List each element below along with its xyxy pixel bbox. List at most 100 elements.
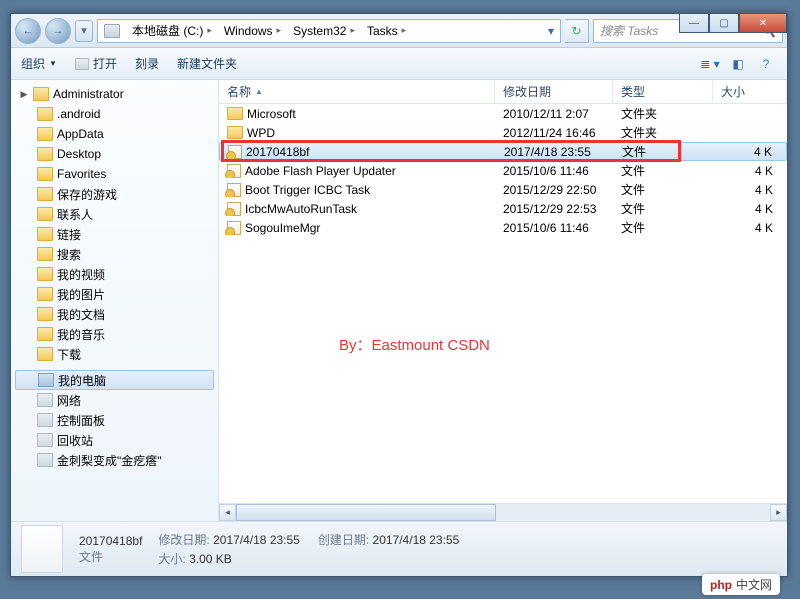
- details-pane: 20170418bf 文件 修改日期: 2017/4/18 23:55 创建日期…: [11, 521, 787, 576]
- file-rows[interactable]: Microsoft2010/12/11 2:07文件夹 WPD 2012/11/24…: [219, 104, 787, 503]
- tree-item[interactable]: 联系人: [11, 204, 218, 224]
- command-bar: 组织 ▼ 打开 刻录 新建文件夹 ≣ ▾ ◧ ?: [11, 48, 787, 80]
- file-size: 4 K: [713, 202, 787, 216]
- tree-item[interactable]: 我的视频: [11, 264, 218, 284]
- tree-item[interactable]: 链接: [11, 224, 218, 244]
- file-type: 文件: [614, 143, 714, 160]
- tree-item[interactable]: 我的文档: [11, 304, 218, 324]
- tree-item[interactable]: 回收站: [11, 430, 218, 450]
- file-row[interactable]: Boot Trigger ICBC Task2015/12/29 22:50文件…: [219, 180, 787, 199]
- tree-item-label: .android: [57, 107, 100, 121]
- file-icon: [227, 164, 241, 178]
- scroll-thumb[interactable]: [236, 504, 496, 521]
- tree-item[interactable]: 网络: [11, 390, 218, 410]
- file-date: 2012/11/24 16:46: [495, 126, 613, 140]
- file-row[interactable]: IcbcMwAutoRunTask2015/12/29 22:53文件4 K: [219, 199, 787, 218]
- folder-icon: [37, 227, 53, 241]
- tree-item[interactable]: 金刺梨变成"金疙瘩": [11, 450, 218, 470]
- file-name: Boot Trigger ICBC Task: [245, 183, 370, 197]
- file-row[interactable]: Adobe Flash Player Updater2015/10/6 11:4…: [219, 161, 787, 180]
- crumb-3[interactable]: Tasks▸: [361, 20, 412, 42]
- nav-history-dropdown[interactable]: ▾: [75, 20, 93, 42]
- crumb-1[interactable]: Windows▸: [218, 20, 287, 42]
- file-row[interactable]: Microsoft2010/12/11 2:07文件夹: [219, 104, 787, 123]
- file-list: 名称▲ 修改日期 类型 大小 Microsoft2010/12/11 2:07文…: [219, 80, 787, 521]
- tree-item-label: Desktop: [57, 147, 101, 161]
- folder-icon: [227, 107, 243, 120]
- details-file-icon: [21, 525, 63, 573]
- scroll-right-icon[interactable]: ▸: [770, 504, 787, 521]
- folder-icon: [37, 287, 53, 301]
- file-type: 文件夹: [613, 105, 713, 122]
- tree-item[interactable]: 我的图片: [11, 284, 218, 304]
- file-date: 2015/10/6 11:46: [495, 164, 613, 178]
- view-options-icon[interactable]: ≣ ▾: [699, 54, 721, 74]
- file-name: SogouImeMgr: [245, 221, 320, 235]
- tree-item[interactable]: Desktop: [11, 144, 218, 164]
- maximize-button[interactable]: ▢: [709, 13, 739, 33]
- tree-item[interactable]: 控制面板: [11, 410, 218, 430]
- file-size: 4 K: [713, 164, 787, 178]
- search-placeholder: 搜索 Tasks: [600, 22, 658, 39]
- refresh-button[interactable]: ↻: [565, 19, 589, 43]
- col-name[interactable]: 名称▲: [219, 80, 495, 103]
- file-size: 4 K: [713, 221, 787, 235]
- column-headers[interactable]: 名称▲ 修改日期 类型 大小: [219, 80, 787, 104]
- tree-item[interactable]: 搜索: [11, 244, 218, 264]
- tree-item-label: 网络: [57, 392, 81, 409]
- tree-item-label: 控制面板: [57, 412, 105, 429]
- nav-back-button[interactable]: ←: [15, 18, 41, 44]
- crumb-2[interactable]: System32▸: [287, 20, 361, 42]
- organize-button[interactable]: 组织 ▼: [21, 55, 57, 72]
- col-type[interactable]: 类型: [613, 80, 713, 103]
- file-row[interactable]: SogouImeMgr2015/10/6 11:46文件4 K: [219, 218, 787, 237]
- close-button[interactable]: ✕: [739, 13, 787, 33]
- nav-forward-button[interactable]: →: [45, 18, 71, 44]
- details-create-label: 创建日期:: [318, 533, 369, 547]
- help-icon[interactable]: ?: [755, 54, 777, 74]
- crumb-0[interactable]: 本地磁盘 (C:)▸: [126, 20, 218, 42]
- file-date: 2017/4/18 23:55: [496, 145, 614, 159]
- tree-node-icon: [37, 393, 53, 407]
- window-controls: — ▢ ✕: [679, 13, 787, 33]
- horizontal-scrollbar[interactable]: ◂ ▸: [219, 503, 787, 521]
- tree-item[interactable]: 下载: [11, 344, 218, 364]
- file-size: 4 K: [713, 183, 787, 197]
- folder-icon: [37, 327, 53, 341]
- nav-bar: ← → ▾ 本地磁盘 (C:)▸ Windows▸ System32▸ Task…: [11, 14, 787, 48]
- details-size-label: 大小:: [158, 552, 185, 566]
- folder-icon: [37, 267, 53, 281]
- tree-item-label: 搜索: [57, 246, 81, 263]
- tree-item[interactable]: .android: [11, 104, 218, 124]
- file-name: Microsoft: [247, 107, 296, 121]
- open-button[interactable]: 打开: [75, 55, 117, 72]
- file-icon: [227, 221, 241, 235]
- tree-item[interactable]: Favorites: [11, 164, 218, 184]
- minimize-button[interactable]: —: [679, 13, 709, 33]
- scroll-track[interactable]: [236, 504, 770, 521]
- tree-item[interactable]: 我的音乐: [11, 324, 218, 344]
- folder-icon: [37, 167, 53, 181]
- address-bar[interactable]: 本地磁盘 (C:)▸ Windows▸ System32▸ Tasks▸ ▾: [97, 19, 561, 43]
- file-icon: [227, 183, 241, 197]
- tree-item[interactable]: 我的电脑: [15, 370, 214, 390]
- tree-item-label: 链接: [57, 226, 81, 243]
- nav-tree[interactable]: ▶Administrator .android AppData Desktop Fav…: [11, 80, 219, 521]
- preview-pane-icon[interactable]: ◧: [727, 54, 749, 74]
- file-row[interactable]: 20170418bf2017/4/18 23:55文件4 K: [219, 142, 787, 161]
- tree-root[interactable]: ▶Administrator: [11, 84, 218, 104]
- file-type: 文件: [613, 162, 713, 179]
- addr-dropdown-icon[interactable]: ▾: [542, 20, 560, 42]
- tree-item[interactable]: AppData: [11, 124, 218, 144]
- file-row[interactable]: WPD2012/11/24 16:46文件夹: [219, 123, 787, 142]
- new-folder-button[interactable]: 新建文件夹: [177, 55, 237, 72]
- tree-item-label: Favorites: [57, 167, 106, 181]
- col-date[interactable]: 修改日期: [495, 80, 613, 103]
- burn-button[interactable]: 刻录: [135, 55, 159, 72]
- col-size[interactable]: 大小: [713, 80, 787, 103]
- scroll-left-icon[interactable]: ◂: [219, 504, 236, 521]
- file-name: WPD: [247, 126, 275, 140]
- file-name: IcbcMwAutoRunTask: [245, 202, 357, 216]
- folder-icon: [37, 307, 53, 321]
- tree-item[interactable]: 保存的游戏: [11, 184, 218, 204]
